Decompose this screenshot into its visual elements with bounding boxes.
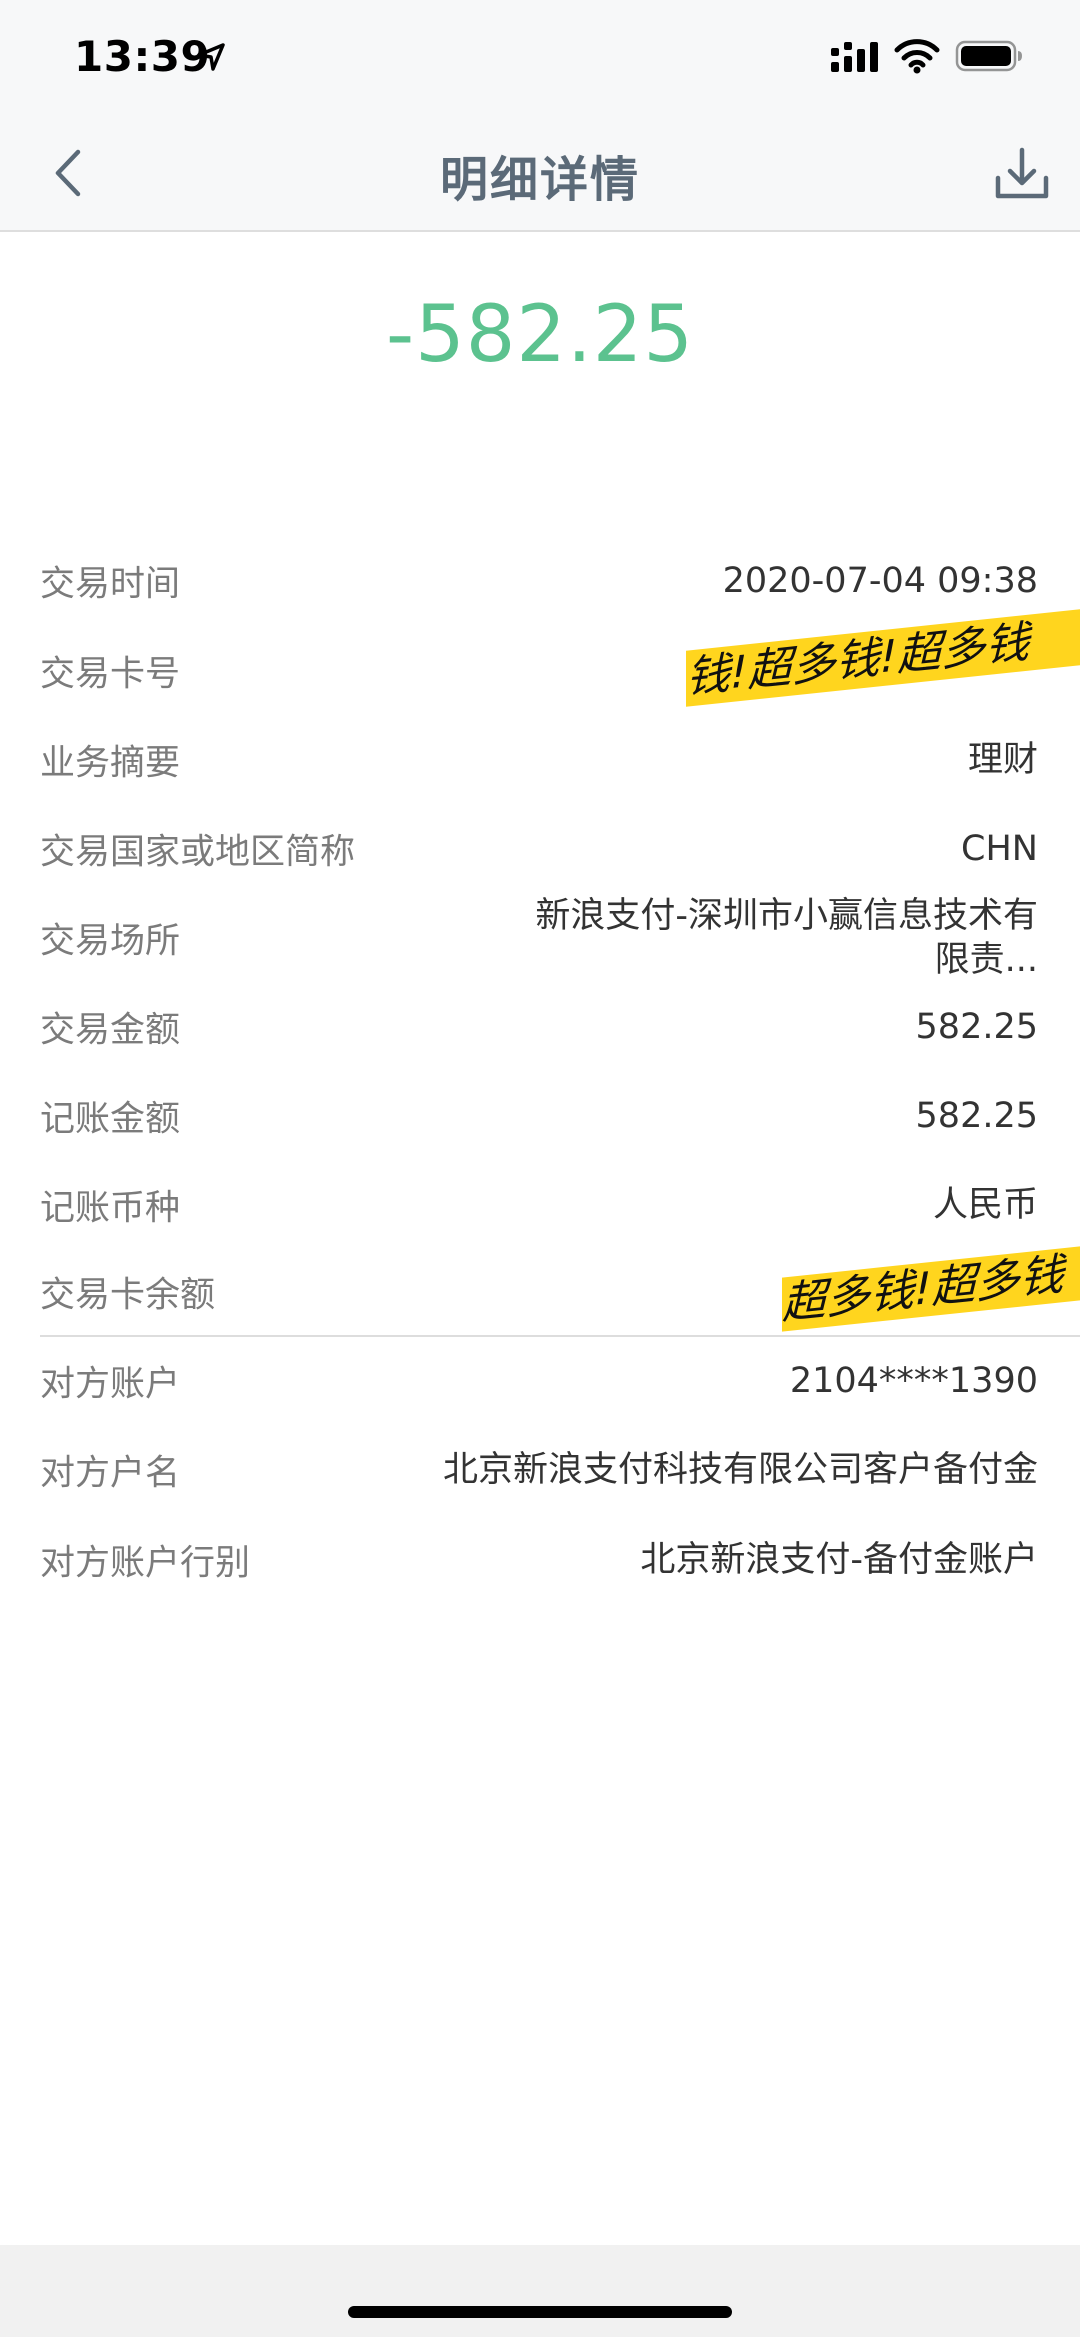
detail-value: 582.25 [915,1007,1038,1047]
detail-value: 人民币 [932,1185,1038,1225]
detail-label: 交易国家或地区简称 [40,832,356,873]
detail-row-currency: 记账币种 人民币 [0,1160,1080,1250]
detail-row-time: 交易时间 2020-07-04 09:38 [0,536,1080,626]
detail-label: 交易时间 [40,564,181,605]
detail-label: 记账金额 [40,1099,181,1140]
detail-label: 对方户名 [40,1453,181,1494]
detail-row-counterparty-name: 对方户名 北京新浪支付科技有限公司客户备付金 [0,1425,1080,1515]
home-indicator-area [0,2245,1080,2337]
detail-row-amount: 交易金额 582.25 [0,982,1080,1072]
detail-row-booked-amount: 记账金额 582.25 [0,1072,1080,1160]
detail-value: CHN [961,829,1038,869]
location-arrow-icon [197,43,225,71]
detail-value: 北京新浪支付-备付金账户 [640,1540,1038,1580]
detail-value: 新浪支付-深圳市小赢信息技术有限责... [535,896,1038,980]
status-time: 13:39 [74,32,211,81]
nav-bar: 明细详情 [0,118,1080,232]
wifi-icon [894,39,940,74]
detail-row-counterparty-account: 对方账户 2104****1390 [0,1337,1080,1425]
detail-value: 582.25 [915,1096,1038,1136]
battery-icon [955,40,1022,72]
download-icon [995,147,1049,199]
detail-label: 交易金额 [40,1010,181,1051]
detail-label: 交易场所 [40,921,181,962]
detail-label: 对方账户行别 [40,1543,251,1584]
home-indicator[interactable] [348,2306,732,2318]
detail-value: 理财 [967,740,1038,780]
detail-label: 记账币种 [40,1188,181,1229]
cellular-signal-icon [831,42,878,72]
detail-label: 对方账户 [40,1364,181,1405]
page-title: 明细详情 [439,152,640,208]
detail-label: 业务摘要 [40,743,181,784]
detail-row-country: 交易国家或地区简称 CHN [0,804,1080,894]
detail-value: 2020-07-04 09:38 [722,561,1038,601]
detail-label: 交易卡号 [40,654,181,695]
transaction-amount: -582.25 [385,290,695,380]
detail-row-counterparty-bank: 对方账户行别 北京新浪支付-备付金账户 [0,1515,1080,1605]
detail-label: 交易卡余额 [40,1275,216,1316]
download-button[interactable] [990,142,1054,206]
detail-value: 2104****1390 [789,1361,1038,1401]
detail-row-merchant: 交易场所 新浪支付-深圳市小赢信息技术有限责... [0,894,1080,982]
status-bar: 13:39 [0,0,1080,118]
detail-row-summary: 业务摘要 理财 [0,716,1080,804]
detail-value: 北京新浪支付科技有限公司客户备付金 [442,1450,1038,1490]
